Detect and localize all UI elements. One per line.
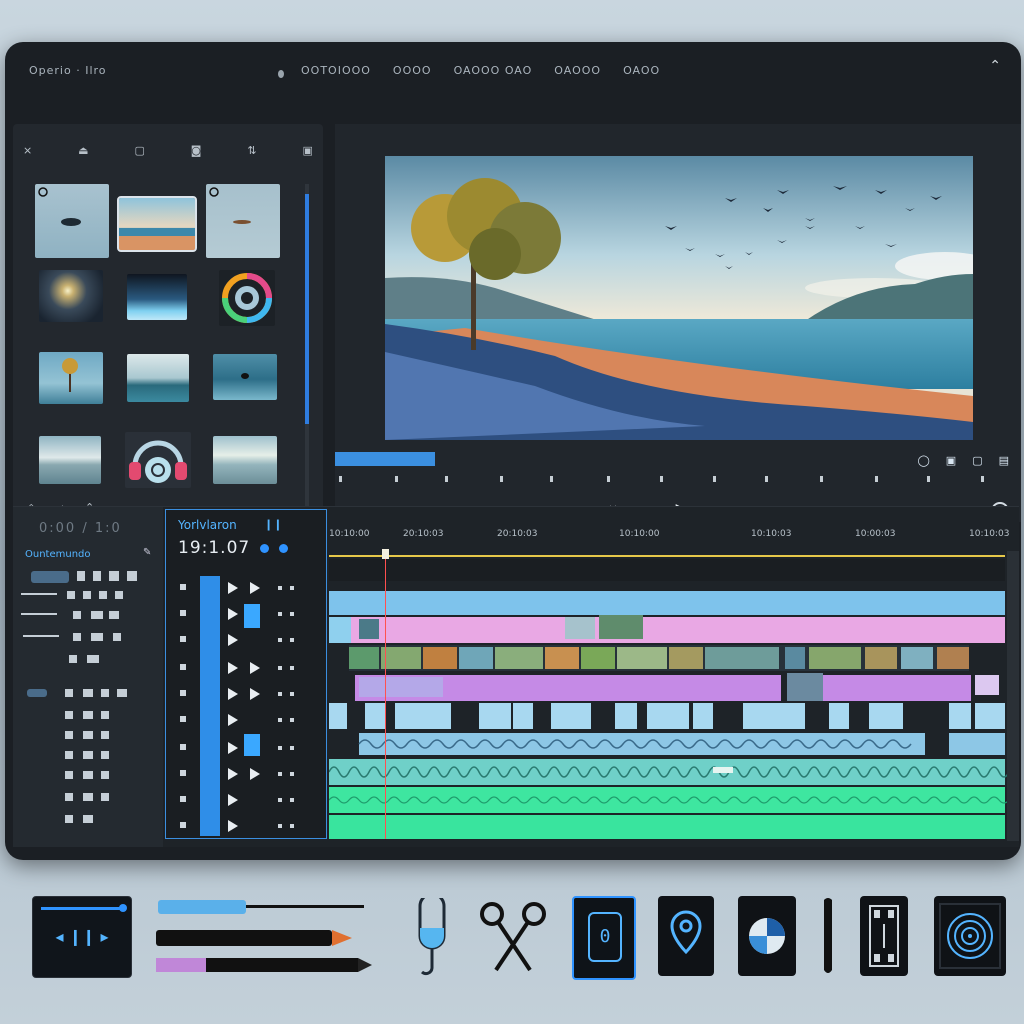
media-thumb-cloudy-sea[interactable]: [213, 436, 277, 484]
circle-icon[interactable]: ◯: [917, 454, 929, 467]
panel-close-icon[interactable]: ⨯: [23, 144, 32, 157]
menu-item-5[interactable]: OAOO: [623, 64, 660, 77]
color-balance-icon[interactable]: [738, 896, 796, 976]
thumb-image: [209, 187, 251, 224]
track-headers: [180, 576, 294, 836]
blade-tool-icon[interactable]: [818, 896, 838, 978]
menu-item-3[interactable]: OAOOO OAO: [454, 64, 533, 77]
play-pause-icon[interactable]: ◂ ❙❙ ▸: [49, 927, 115, 955]
film-strip-icon[interactable]: [860, 896, 908, 976]
mic-icon[interactable]: [412, 898, 452, 978]
slider-purple[interactable]: [156, 958, 206, 972]
viewer-ruler[interactable]: [335, 474, 1021, 484]
thumb-image: [62, 358, 78, 392]
pie-shape: [749, 918, 785, 954]
thumb-image: [119, 228, 195, 250]
media-thumb-dark-sea[interactable]: [213, 354, 277, 400]
crop-icon[interactable]: ▣: [303, 144, 313, 157]
timeline-ruler[interactable]: 10:10:00 20:10:03 20:10:03 10:10:00 10:1…: [329, 529, 1009, 549]
app-title: Operio · Ilro: [29, 64, 107, 77]
menu-item-4[interactable]: OAOOO: [554, 64, 601, 77]
headphones-icon: [129, 440, 187, 483]
ruler-label: 10:10:03: [969, 529, 1010, 539]
player-widget[interactable]: ◂ ❙❙ ▸: [32, 896, 132, 978]
pencil-tool-icon[interactable]: [156, 930, 332, 946]
display-icon[interactable]: ▢: [972, 454, 982, 467]
lock-icon[interactable]: ▤: [999, 454, 1009, 467]
stabilize-icon[interactable]: [934, 896, 1006, 976]
media-thumb-color-wheel[interactable]: [219, 270, 275, 326]
ruler-label: 10:10:00: [619, 529, 660, 539]
slider-tools: [156, 900, 372, 972]
sequence-name: Yorlvlaron: [178, 518, 237, 532]
film-shape: [869, 905, 899, 967]
playback-progress[interactable]: [335, 452, 435, 466]
counter-value: 0: [588, 912, 622, 962]
screen-icon[interactable]: ▣: [946, 454, 956, 467]
track-clips: [329, 559, 1010, 839]
pause-small-icon[interactable]: ❙❙: [264, 518, 282, 531]
effects-side-panel: 0:00 / 1:0 Ountemundo ✎: [13, 507, 163, 847]
timeline-scrollbar[interactable]: [1007, 551, 1019, 841]
timeline-canvas[interactable]: 10:10:00 20:10:03 20:10:03 10:10:00 10:1…: [329, 507, 1019, 847]
sort-icon[interactable]: ⇅: [247, 144, 256, 157]
counter-icon[interactable]: 0: [572, 896, 636, 980]
track-header-panel: Yorlvlaron ❙❙ 19:1.07: [165, 509, 327, 839]
scissors-icon[interactable]: [478, 900, 548, 976]
playhead-handle[interactable]: [382, 549, 389, 559]
media-scrollbar[interactable]: [305, 184, 309, 514]
media-thumb-night-glow[interactable]: [39, 270, 103, 322]
side-panel-title: Ountemundo: [25, 549, 91, 560]
ruler-label: 20:10:03: [497, 529, 538, 539]
media-thumb-lake-shadow[interactable]: [35, 184, 109, 258]
timecode-value: 19:1.07: [178, 538, 251, 558]
sync-dot-icon: [279, 543, 289, 553]
ruler-label: 10:10:00: [329, 529, 370, 539]
timeline-timecode: 19:1.07: [178, 538, 289, 558]
media-thumb-beach-sunset[interactable]: [117, 196, 197, 252]
thumb-image: [241, 373, 249, 379]
player-handle[interactable]: [119, 904, 127, 912]
ruler-label: 10:00:03: [855, 529, 896, 539]
preview-viewer: ◯ ▣ ▢ ▤ ◂ ⏮ ⏸ ▶ ⏭ ▸ ⌐: [335, 124, 1021, 522]
menu-item-2[interactable]: OOOO: [393, 64, 432, 77]
slider-blue[interactable]: [158, 900, 246, 914]
record-dot-icon: [260, 543, 270, 553]
media-thumb-sky-horizon[interactable]: [39, 436, 101, 484]
video-editor-window: Operio · Ilro OOTOIOOO OOOO OAOOO OAO OA…: [5, 42, 1021, 860]
menu-item-1[interactable]: OOTOIOOO: [301, 64, 371, 77]
title-bar: Operio · Ilro OOTOIOOO OOOO OAOOO OAO OA…: [5, 42, 1021, 98]
side-controls: [21, 571, 137, 823]
pencil-icon[interactable]: ✎: [143, 547, 151, 558]
media-toolbar: ⨯ ⏏ ▢ ◙ ⇅ ▣: [23, 144, 313, 157]
scroll-thumb[interactable]: [305, 194, 309, 424]
preview-image: [385, 156, 973, 440]
media-thumb-dark-spot[interactable]: [206, 184, 280, 258]
ruler-label: 10:10:03: [751, 529, 792, 539]
square-icon[interactable]: ▢: [134, 144, 144, 157]
playhead[interactable]: [382, 549, 389, 839]
media-browser: ⨯ ⏏ ▢ ◙ ⇅ ▣: [13, 124, 323, 522]
viewer-tools: ◯ ▣ ▢ ▤: [917, 454, 1009, 467]
timeline-area: 0:00 / 1:0 Ountemundo ✎ Yorlvlaron ❙❙ 19…: [13, 506, 1019, 847]
player-progress: [41, 907, 123, 910]
spiral-shape: [939, 903, 1001, 969]
media-thumb-lone-tree[interactable]: [39, 352, 103, 404]
location-pin-icon[interactable]: [658, 896, 714, 976]
ruler-label: 20:10:03: [403, 529, 444, 539]
chevron-up-icon[interactable]: ⌃: [989, 58, 1001, 74]
media-thumb-blue-horizon[interactable]: [127, 274, 187, 320]
menu-bar: OOTOIOOO OOOO OAOOO OAO OAOOO OAOO: [301, 64, 660, 77]
media-thumb-headphones[interactable]: [125, 432, 191, 488]
eject-icon[interactable]: ⏏: [78, 144, 88, 157]
pin-shape: [670, 910, 702, 955]
color-wheel-icon: [222, 273, 272, 323]
thumb-image: [38, 187, 81, 226]
record-icon: [278, 70, 284, 78]
preview-screen[interactable]: [385, 156, 973, 440]
side-timecode: 0:00 / 1:0: [39, 521, 122, 536]
media-thumb-ocean-cloud[interactable]: [127, 354, 189, 402]
stop-icon[interactable]: ◙: [191, 144, 202, 157]
